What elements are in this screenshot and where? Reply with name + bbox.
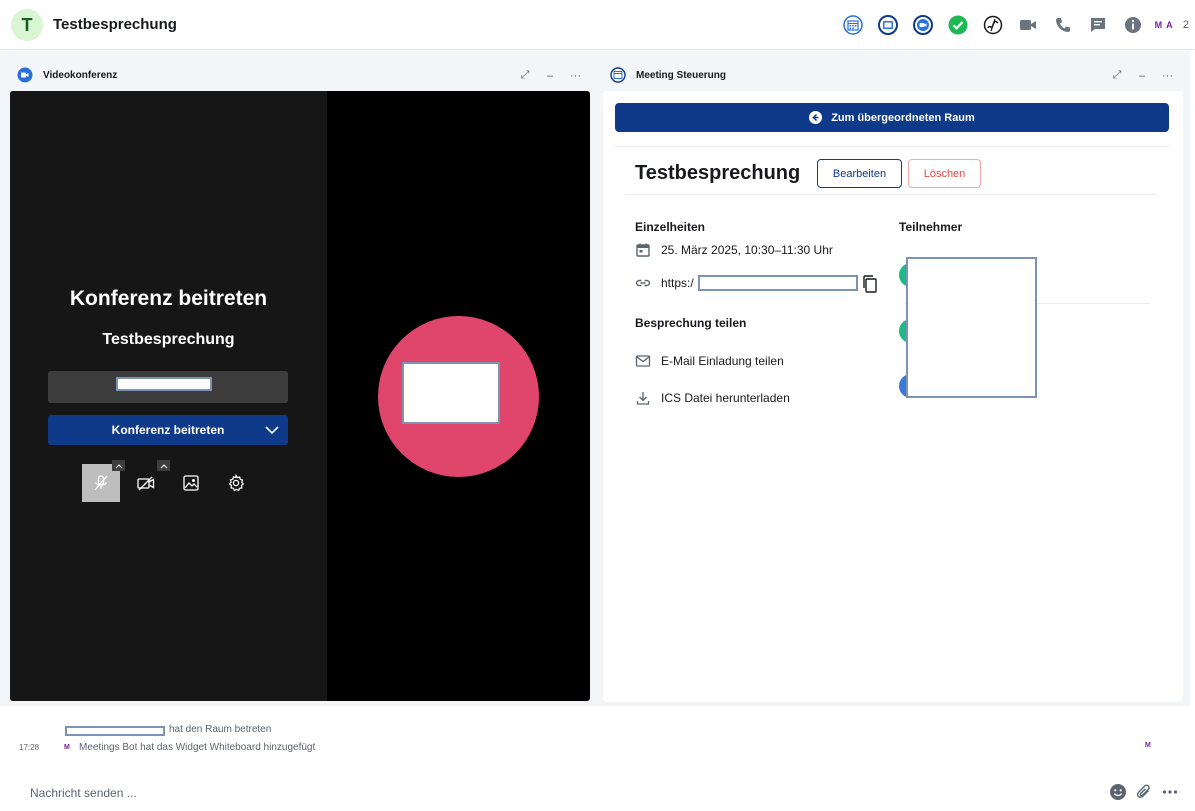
more-options-icon[interactable] xyxy=(1161,783,1179,801)
redacted-avatar-content xyxy=(402,362,500,424)
redacted-name xyxy=(116,377,212,391)
camera-off-icon xyxy=(137,476,155,491)
message-input[interactable] xyxy=(30,783,1090,803)
meeting-date-row: 25. März 2025, 10:30–11:30 Uhr xyxy=(635,242,833,258)
poll-check-icon[interactable] xyxy=(941,12,976,38)
settings-button[interactable] xyxy=(217,464,255,502)
video-widget-icon[interactable] xyxy=(906,12,941,38)
divider xyxy=(625,194,1157,195)
divider xyxy=(615,146,1169,147)
maximize-icon[interactable]: ⤢ xyxy=(520,69,530,82)
ics-download-button[interactable]: ICS Datei herunterladen xyxy=(635,390,790,406)
chevron-down-icon[interactable] xyxy=(264,423,280,440)
arrow-back-circle-icon xyxy=(809,111,823,124)
redacted-user-name xyxy=(65,726,165,736)
minimize-icon[interactable]: – xyxy=(1137,70,1147,82)
meeting-date-time: 25. März 2025, 10:30–11:30 Uhr xyxy=(661,243,833,257)
more-options-icon[interactable]: ··· xyxy=(570,70,581,82)
chevron-up-icon[interactable] xyxy=(157,460,170,471)
video-call-icon[interactable] xyxy=(1011,12,1046,38)
meeting-panel-title: Meeting Steuerung xyxy=(636,69,727,81)
join-conference-label: Konferenz beitreten xyxy=(111,423,225,437)
camera-toggle[interactable] xyxy=(127,460,170,502)
whiteboard-icon[interactable] xyxy=(976,12,1011,38)
parent-room-button[interactable]: Zum übergeordneten Raum xyxy=(615,103,1169,132)
meeting-link[interactable]: https:/ xyxy=(661,276,694,290)
video-conference-frame: Konferenz beitreten Testbesprechung Konf… xyxy=(10,91,590,701)
participants-heading: Teilnehmer xyxy=(899,220,963,234)
ics-download-label: ICS Datei herunterladen xyxy=(661,391,790,405)
minimize-icon[interactable]: – xyxy=(545,70,555,82)
link-icon xyxy=(635,279,651,287)
video-panel-title: Videokonferenz xyxy=(43,69,118,81)
header-toolbar: M A 2 xyxy=(836,12,1189,38)
member-avatar: A xyxy=(1166,20,1173,30)
calendar-widget-icon[interactable] xyxy=(836,12,871,38)
composer-actions xyxy=(1109,783,1179,801)
microphone-muted-icon xyxy=(94,475,108,491)
chevron-up-icon[interactable] xyxy=(112,460,125,471)
meeting-panel-actions: ⤢ – ··· xyxy=(1112,69,1173,82)
redacted-participants xyxy=(906,257,1037,398)
participant-avatar xyxy=(378,316,539,477)
widget-area: Videokonferenz ⤢ – ··· Konferenz beitret… xyxy=(0,51,1190,706)
room-info-icon[interactable] xyxy=(1116,12,1151,38)
message-composer xyxy=(0,775,1195,811)
redacted-meeting-link xyxy=(698,275,858,291)
meeting-title: Testbesprechung xyxy=(635,162,801,184)
display-name-input[interactable] xyxy=(48,371,288,403)
meeting-link-row: https:/ xyxy=(635,275,694,291)
room-timeline: hat den Raum betreten xyxy=(0,706,1195,766)
attachment-icon[interactable] xyxy=(1135,783,1153,801)
member-count: 2 xyxy=(1182,19,1189,31)
mail-icon xyxy=(635,355,651,367)
delete-button[interactable]: Löschen xyxy=(908,159,981,188)
share-heading: Besprechung teilen xyxy=(635,316,747,330)
prejoin-toolbar xyxy=(82,460,255,502)
image-icon xyxy=(183,475,199,491)
maximize-icon[interactable]: ⤢ xyxy=(1112,69,1122,82)
edit-button[interactable]: Bearbeiten xyxy=(817,159,902,188)
email-invite-button[interactable]: E-Mail Einladung teilen xyxy=(635,353,784,369)
membership-event: hat den Raum betreten xyxy=(169,724,272,735)
join-conference-button[interactable]: Konferenz beitreten xyxy=(48,415,288,445)
emoji-icon[interactable] xyxy=(1109,783,1127,801)
room-avatar[interactable]: T xyxy=(11,9,43,41)
video-panel-actions: ⤢ – ··· xyxy=(520,69,581,82)
member-avatar: M xyxy=(1154,20,1163,30)
gear-icon xyxy=(228,473,245,492)
prejoin-screen: Konferenz beitreten Testbesprechung Konf… xyxy=(10,91,327,701)
calendar-icon xyxy=(636,243,650,257)
more-options-icon[interactable]: ··· xyxy=(1162,70,1173,82)
video-panel-header: Videokonferenz xyxy=(16,63,117,87)
meeting-control-frame: Zum übergeordneten Raum Testbesprechung … xyxy=(603,91,1183,702)
room-title[interactable]: Testbesprechung xyxy=(53,16,177,33)
download-icon xyxy=(636,392,650,405)
parent-room-label: Zum übergeordneten Raum xyxy=(831,111,975,124)
details-heading: Einzelheiten xyxy=(635,220,706,234)
member-avatars[interactable]: M A 2 xyxy=(1153,19,1189,31)
microphone-toggle[interactable] xyxy=(82,460,125,502)
voice-call-icon[interactable] xyxy=(1046,12,1081,38)
copy-icon[interactable] xyxy=(861,274,879,299)
prejoin-title: Konferenz beitreten xyxy=(69,287,268,310)
event-timestamp[interactable]: 17:28 xyxy=(19,743,39,752)
virtual-background-button[interactable] xyxy=(172,464,210,502)
prejoin-meeting-name: Testbesprechung xyxy=(102,331,235,348)
video-widget-icon xyxy=(16,66,34,84)
room-header: T Testbesprechung M A 2 xyxy=(0,0,1195,50)
read-receipt-avatar[interactable]: M xyxy=(1145,742,1151,749)
sender-avatar[interactable]: M xyxy=(64,744,70,751)
widget-event: Meetings Bot hat das Widget Whiteboard h… xyxy=(79,742,316,753)
threads-icon[interactable] xyxy=(1081,12,1116,38)
email-invite-label: E-Mail Einladung teilen xyxy=(661,354,784,368)
meeting-control-icon[interactable] xyxy=(871,12,906,38)
meeting-control-icon xyxy=(609,66,627,84)
meeting-panel-header: Meeting Steuerung xyxy=(609,63,726,87)
